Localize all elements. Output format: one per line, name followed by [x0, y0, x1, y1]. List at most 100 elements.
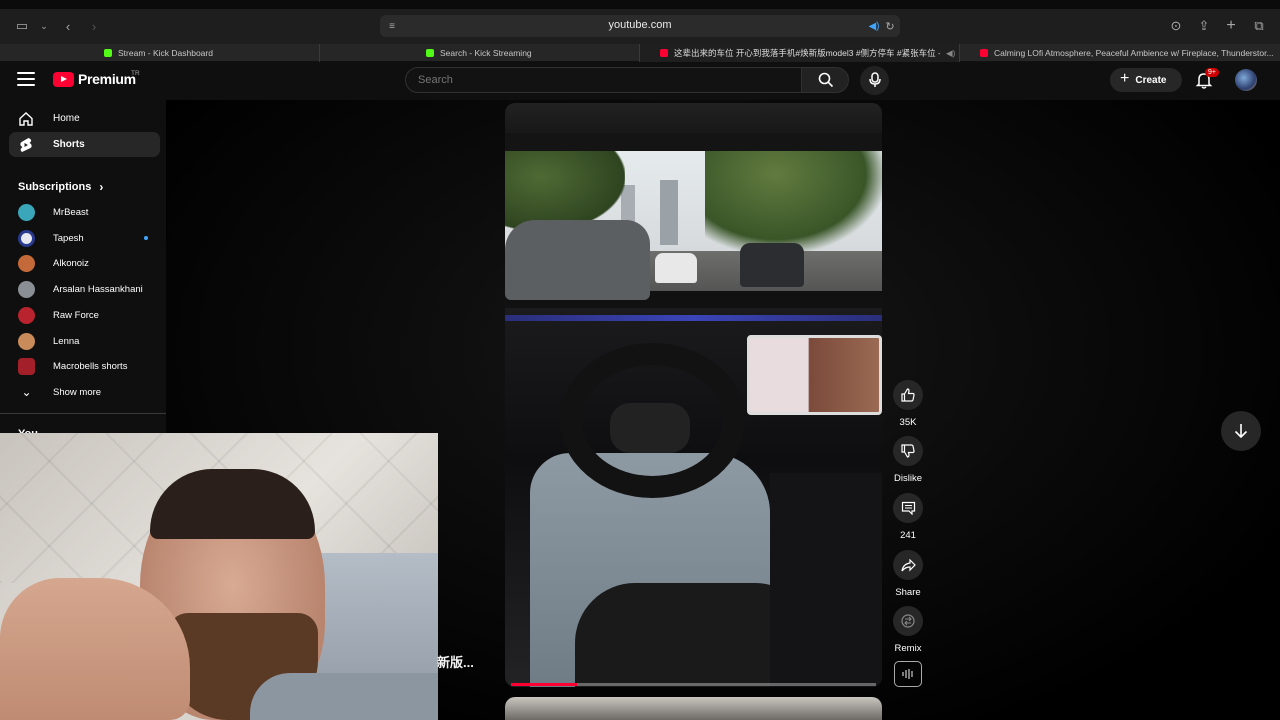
- youtube-logo-icon: [53, 71, 74, 87]
- browser-toolbar: ▭ ⌄ ‹ › ≡ youtube.com ◀) ↻ ⊙ ⇪ + ⧉: [0, 0, 1280, 44]
- channel-name: Lenna: [53, 335, 80, 347]
- video-steering-hub: [610, 403, 690, 453]
- tab-youtube-short[interactable]: 这辈出来的车位 开心到我落手机#焕新版model3 #侧方停车 #紧张车位 -.…: [640, 44, 960, 62]
- video-scene-trees: [505, 141, 625, 231]
- subscription-item[interactable]: Macrobells shorts: [18, 355, 163, 377]
- kick-favicon-icon: [426, 49, 434, 57]
- forward-icon[interactable]: ›: [86, 18, 102, 34]
- youtube-favicon-icon: [980, 49, 988, 57]
- next-short-preview[interactable]: [505, 697, 882, 720]
- search-box[interactable]: [405, 67, 802, 93]
- streamer-webcam-overlay: [0, 433, 438, 720]
- reload-icon[interactable]: ↻: [882, 18, 898, 34]
- tab-lofi[interactable]: Calming LOfi Atmosphere, Peaceful Ambien…: [960, 44, 1280, 62]
- channel-name: Raw Force: [53, 309, 99, 321]
- video-scene-car: [655, 253, 697, 283]
- account-avatar[interactable]: [1235, 69, 1257, 91]
- dislike-button[interactable]: Dislike: [891, 436, 925, 484]
- show-more-label: Show more: [53, 386, 102, 398]
- webcam-person-shirt: [250, 673, 438, 720]
- shorts-icon: [17, 136, 34, 153]
- chevron-right-icon: ›: [99, 180, 104, 194]
- channel-avatar: [18, 280, 35, 298]
- channel-name: MrBeast: [53, 206, 89, 218]
- channel-name: Arsalan Hassankhani: [53, 283, 143, 295]
- like-button[interactable]: 35K: [891, 380, 925, 428]
- share-icon[interactable]: ⇪: [1196, 18, 1212, 34]
- menu-icon[interactable]: [17, 72, 35, 86]
- subscription-item[interactable]: Alkonoiz: [18, 252, 163, 274]
- youtube-premium-logo[interactable]: Premium: [53, 71, 136, 87]
- subscription-item[interactable]: Arsalan Hassankhani: [18, 278, 163, 300]
- video-ambient-light: [505, 315, 882, 321]
- youtube-header: Premium TR + Create 9+: [0, 62, 1280, 100]
- create-label: Create: [1135, 74, 1167, 86]
- channel-avatar: [18, 306, 35, 324]
- logo-text: Premium: [78, 71, 136, 87]
- video-center-console: [770, 473, 882, 687]
- short-video-player[interactable]: [505, 103, 882, 687]
- subscriptions-header[interactable]: Subscriptions ›: [18, 180, 103, 194]
- sidebar-item-home[interactable]: Home: [9, 106, 160, 131]
- sidebar-item-shorts[interactable]: Shorts: [9, 132, 160, 157]
- remix-label: Remix: [894, 643, 922, 654]
- video-progress-bar[interactable]: [511, 683, 876, 686]
- channel-name: Alkonoiz: [53, 257, 89, 269]
- sidebar-toggle-icon[interactable]: ▭: [14, 18, 30, 34]
- arrow-down-icon: [1234, 424, 1248, 439]
- back-icon[interactable]: ‹: [60, 18, 76, 34]
- video-windshield-frame: [505, 133, 882, 151]
- microphone-icon: [869, 72, 881, 87]
- next-short-button[interactable]: [1221, 411, 1261, 451]
- show-more-button[interactable]: ⌄ Show more: [18, 381, 163, 403]
- comment-count: 241: [900, 530, 916, 541]
- video-scene-trees: [705, 141, 882, 251]
- sidebar-divider: [0, 413, 166, 414]
- address-bar[interactable]: ≡ youtube.com ◀) ↻: [380, 15, 900, 37]
- search-button[interactable]: [801, 67, 849, 93]
- country-code: TR: [131, 70, 140, 77]
- subscriptions-title: Subscriptions: [18, 181, 92, 193]
- audio-playing-icon[interactable]: ◀): [866, 18, 882, 34]
- video-scene-car: [740, 243, 804, 287]
- video-scene-car: [505, 220, 650, 300]
- create-button[interactable]: + Create: [1110, 68, 1182, 92]
- subscription-item[interactable]: Lenna: [18, 330, 163, 352]
- share-button[interactable]: Share: [891, 550, 925, 598]
- subscription-item[interactable]: MrBeast: [18, 201, 163, 223]
- tab-kick-dashboard[interactable]: Stream - Kick Dashboard: [0, 44, 320, 62]
- tab-overview-icon[interactable]: ⧉: [1251, 18, 1267, 34]
- channel-name: Macrobells shorts: [53, 360, 128, 372]
- comment-icon: [893, 493, 923, 523]
- share-label: Share: [895, 587, 921, 598]
- downloads-icon[interactable]: ⊙: [1168, 18, 1184, 34]
- new-tab-icon[interactable]: +: [1223, 17, 1239, 34]
- voice-search-button[interactable]: [860, 66, 889, 95]
- sidebar-item-label: Shorts: [53, 139, 85, 150]
- new-content-dot: [144, 236, 148, 240]
- home-icon: [17, 110, 34, 127]
- chevron-down-icon[interactable]: ⌄: [36, 18, 52, 34]
- tab-kick-search[interactable]: Search - Kick Streaming: [320, 44, 640, 62]
- kick-favicon-icon: [104, 49, 112, 57]
- plus-icon: +: [1120, 70, 1130, 87]
- subscription-item[interactable]: Tapesh: [18, 227, 163, 249]
- remix-icon: [893, 606, 923, 636]
- remix-button[interactable]: Remix: [891, 606, 925, 654]
- tab-title: Calming LOfi Atmosphere, Peaceful Ambien…: [994, 48, 1274, 58]
- chevron-down-icon: ⌄: [21, 385, 32, 399]
- share-arrow-icon: [893, 550, 923, 580]
- sound-button[interactable]: [894, 661, 922, 687]
- tab-title: Search - Kick Streaming: [440, 48, 532, 58]
- sidebar-item-label: Home: [53, 113, 80, 124]
- tab-audio-icon[interactable]: ◀): [946, 48, 955, 59]
- comments-button[interactable]: 241: [891, 493, 925, 541]
- channel-avatar: [18, 254, 35, 272]
- video-scene-building: [660, 180, 678, 245]
- search-input[interactable]: [418, 74, 778, 86]
- subscription-item[interactable]: Raw Force: [18, 304, 163, 326]
- channel-name: Tapesh: [53, 232, 84, 244]
- channel-avatar: [18, 357, 35, 375]
- dislike-label: Dislike: [894, 473, 922, 484]
- audio-waveform-icon: [902, 669, 913, 679]
